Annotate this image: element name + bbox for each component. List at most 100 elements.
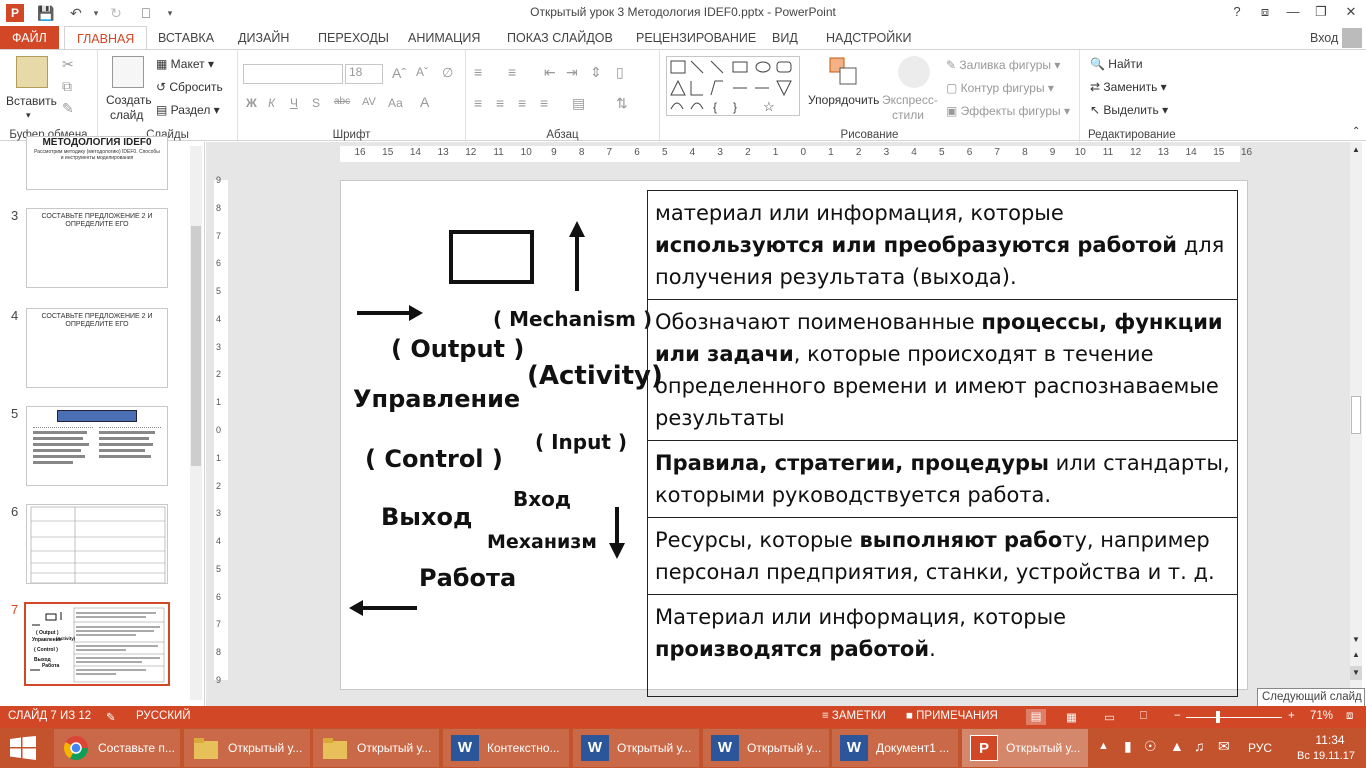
windows-start-icon[interactable] [10,736,36,760]
spellcheck-icon[interactable]: ✎ [106,710,116,724]
tab-animations[interactable]: АНИМАЦИЯ [408,26,480,50]
arrange-button[interactable]: Упорядочить [808,93,879,107]
help-button[interactable]: ? [1222,0,1252,24]
editor-scrollbar[interactable]: ▲ ▼ ▲ ▼ [1350,142,1362,706]
format-painter-icon[interactable]: ✎ [62,100,74,117]
layout-button[interactable]: ▦ Макет ▾ [156,57,214,71]
section-button[interactable]: ▤ Раздел ▾ [156,103,220,117]
tab-review[interactable]: РЕЦЕНЗИРОВАНИЕ [636,26,756,50]
slide-thumbnail-4[interactable]: СОСТАВЬТЕ ПРЕДЛОЖЕНИЕ 2 И ОПРЕДЕЛИТЕ ЕГО [26,308,168,388]
security-icon[interactable]: ☉ [1144,738,1157,755]
quick-styles-icon[interactable] [898,56,930,88]
shapes-gallery[interactable]: { } ☆ [666,56,800,116]
fit-to-window-icon[interactable]: ⧈ [1346,710,1353,723]
numbering-icon[interactable]: ≡ [508,64,516,80]
shape-fill-button[interactable]: ✎ Заливка фигуры ▾ [946,58,1060,72]
network-icon[interactable]: ▲ [1170,738,1184,754]
keyboard-language[interactable]: РУС [1248,741,1272,755]
tab-slideshow[interactable]: ПОКАЗ СЛАЙДОВ [507,26,613,50]
label-mechanism-en[interactable]: ( Mechanism ) [493,307,652,331]
signin-link[interactable]: Вход [1310,26,1338,50]
new-slide-label-2[interactable]: слайд [110,108,143,122]
label-input-en[interactable]: ( Input ) [535,430,627,454]
text-direction-icon[interactable]: ⇅ [616,95,628,112]
tab-design[interactable]: ДИЗАЙН [238,26,289,50]
taskbar-item-word-3[interactable]: W Открытый у... [703,729,829,767]
line-spacing-icon[interactable]: ⇕ [590,64,602,81]
new-slide-icon[interactable] [112,56,144,88]
language-indicator[interactable]: РУССКИЙ [136,710,191,722]
arrange-icon[interactable] [828,56,860,88]
close-button[interactable]: ✕ [1336,0,1366,24]
slide-thumbnail-2[interactable]: МЕТОДОЛОГИЯ IDEF0 Рассмотрим методику (м… [26,136,168,190]
label-activity-ru[interactable]: Работа [419,564,516,592]
zoom-slider-thumb[interactable] [1216,711,1220,723]
previous-slide-icon[interactable]: ▲ [1350,648,1362,662]
label-mechanism-ru[interactable]: Механизм [487,531,597,553]
columns-icon[interactable]: ▯ [616,64,624,81]
definition-cell-control[interactable]: Правила, стратегии, процедуры или станда… [647,440,1238,518]
label-activity-en[interactable]: (Activity) [527,361,663,391]
editor-scrollbar-thumb[interactable] [1351,396,1361,434]
thumbnail-scrollbar[interactable] [190,146,202,700]
columns-toggle-icon[interactable]: ▤ [572,95,585,112]
decrease-indent-icon[interactable]: ⇤ [544,64,556,81]
bold-button[interactable]: Ж [246,96,257,110]
paste-dropdown-icon[interactable]: ▾ [26,110,31,121]
battery-icon[interactable]: ▮ [1124,738,1132,755]
taskbar-item-folder-1[interactable]: Открытый у... [184,729,310,767]
paste-icon[interactable] [16,56,48,88]
align-right-icon[interactable]: ≡ [518,95,526,111]
change-case-button[interactable]: Аа [388,96,403,110]
clock-time[interactable]: 11:34 [1300,733,1360,747]
grow-font-icon[interactable]: Aˆ [392,65,406,81]
user-avatar-icon[interactable] [1342,28,1362,48]
slide-thumbnail-3[interactable]: СОСТАВЬТЕ ПРЕДЛОЖЕНИЕ 2 И ОПРЕДЕЛИТЕ ЕГО [26,208,168,288]
notes-button[interactable]: ≡ ЗАМЕТКИ [822,710,886,722]
replace-button[interactable]: ⇄ Заменить ▾ [1090,80,1167,94]
volume-icon[interactable]: ♫ [1194,738,1205,754]
zoom-out-icon[interactable]: − [1174,710,1181,722]
quick-styles-label-1[interactable]: Экспресс- [882,93,938,107]
label-input-ru[interactable]: Вход [513,487,571,511]
slide-sorter-icon[interactable]: ▦ [1066,710,1077,724]
align-left-icon[interactable]: ≡ [474,95,482,111]
tab-insert[interactable]: ВСТАВКА [158,26,214,50]
taskbar-item-folder-2[interactable]: Открытый у... [313,729,439,767]
slide-thumbnail-5[interactable] [26,406,168,486]
reading-view-icon[interactable]: ▭ [1104,710,1115,724]
clock-date[interactable]: Вс 19.11.17 [1288,750,1364,762]
thumbnail-scrollbar-thumb[interactable] [191,226,201,466]
tray-expand-icon[interactable]: ▲ [1098,740,1109,752]
taskbar-item-word-1[interactable]: W Контекстно... [443,729,569,767]
tab-addins[interactable]: НАДСТРОЙКИ [826,26,912,50]
align-center-icon[interactable]: ≡ [496,95,504,111]
zoom-level[interactable]: 71% [1310,710,1333,722]
find-button[interactable]: 🔍 Найти [1090,57,1143,71]
label-control-en[interactable]: ( Control ) [365,445,503,473]
minimize-button[interactable]: — [1278,0,1308,24]
next-slide-icon[interactable]: ▼ [1350,666,1362,680]
comments-button[interactable]: ■ ПРИМЕЧАНИЯ [906,710,998,722]
taskbar-item-word-4[interactable]: W Документ1 ... [832,729,958,767]
definition-cell-activity[interactable]: Обозначают поименованные процессы, функц… [647,299,1238,441]
strikethrough-button[interactable]: abc [334,96,350,107]
italic-button[interactable]: К [268,96,275,110]
quick-styles-label-2[interactable]: стили [892,108,924,122]
zoom-slider[interactable] [1186,717,1282,718]
label-control-ru[interactable]: Управление [353,385,520,413]
tab-file[interactable]: ФАЙЛ [0,26,59,50]
collapse-ribbon-icon[interactable]: ⌃ [1352,126,1360,137]
new-slide-label-1[interactable]: Создать [106,93,152,107]
font-name-combo[interactable] [243,64,343,84]
definition-cell-input[interactable]: материал или информация, которые использ… [647,190,1238,300]
underline-button[interactable]: Ч [290,96,298,110]
justify-icon[interactable]: ≡ [540,95,548,111]
taskbar-item-chrome[interactable]: Составьте п... [54,729,180,767]
copy-icon[interactable]: ⧉ [62,78,72,95]
tab-home[interactable]: ГЛАВНАЯ [64,26,148,50]
label-output-en[interactable]: ( Output ) [391,335,524,363]
font-size-combo[interactable]: 18 [345,64,383,84]
slide-thumbnail-7-selected[interactable]: ( Output ) Управление ( Control ) Выход … [24,602,170,686]
shadow-button[interactable]: S [312,96,320,110]
